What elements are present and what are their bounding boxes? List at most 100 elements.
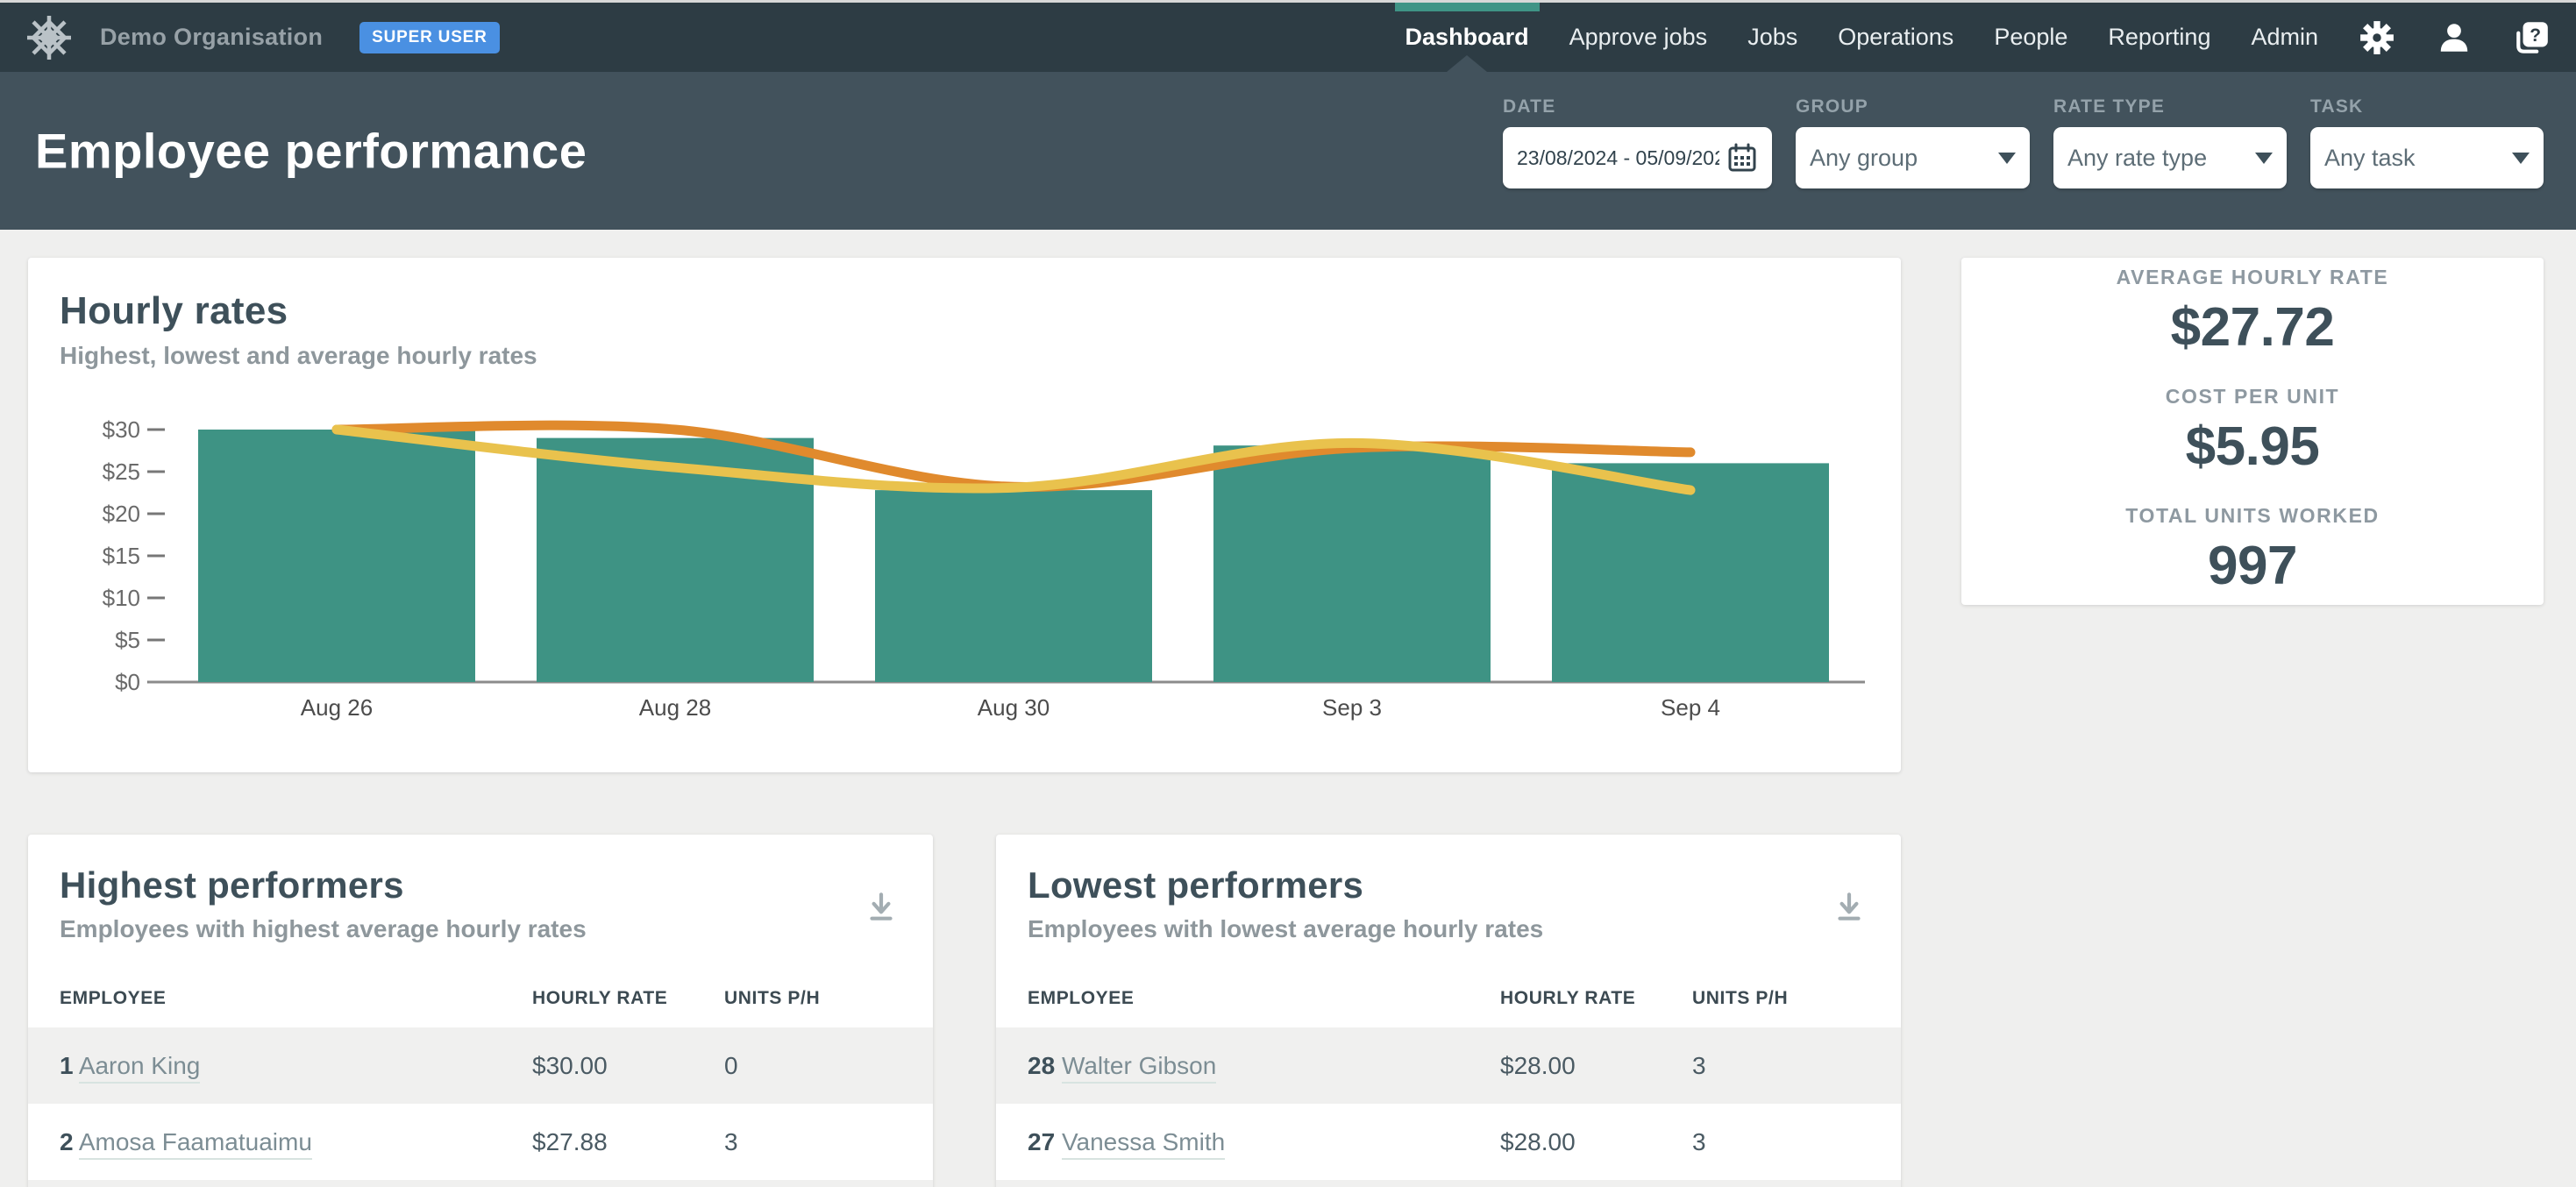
task-select-value: Any task [2324, 145, 2416, 172]
org-name: Demo Organisation [100, 24, 323, 51]
nav-item-admin[interactable]: Admin [2251, 3, 2318, 72]
date-filter-label: DATE [1503, 96, 1772, 117]
hourly-rates-title: Hourly rates [60, 289, 1869, 333]
stat-value: $27.72 [2171, 296, 2335, 359]
task-select[interactable]: Any task [2310, 127, 2544, 188]
svg-text:Sep 4: Sep 4 [1661, 694, 1720, 721]
nav-item-approve-jobs[interactable]: Approve jobs [1569, 3, 1708, 72]
lowest-performers-title: Lowest performers [1028, 864, 1869, 906]
help-button[interactable]: ? [2513, 3, 2551, 72]
chevron-down-icon [2512, 153, 2530, 164]
rate-type-select-value: Any rate type [2067, 145, 2207, 172]
snowflake-logo[interactable] [25, 13, 74, 62]
stat-cost-per-unit: COST PER UNIT $5.95 [2166, 385, 2339, 478]
group-filter-label: GROUP [1796, 96, 2030, 117]
group-select[interactable]: Any group [1796, 127, 2030, 188]
table-row: 28 Walter Gibson $28.00 3 [996, 1027, 1901, 1104]
svg-text:Aug 26: Aug 26 [301, 694, 373, 721]
hourly-rates-card: Hourly rates Highest, lowest and average… [28, 258, 1901, 772]
svg-text:$10: $10 [103, 585, 140, 611]
date-filter: DATE 23/08/2024 - 05/09/2024 [1503, 96, 1772, 188]
highest-performers-card: Highest performers Employees with highes… [28, 835, 933, 1187]
navbar: Demo Organisation SUPER USER Dashboard A… [0, 3, 2576, 72]
svg-text:?: ? [2530, 25, 2541, 46]
screen: Demo Organisation SUPER USER Dashboard A… [0, 0, 2576, 1187]
svg-text:$25: $25 [103, 458, 140, 485]
download-icon [1831, 887, 1868, 924]
column-hourly-rate: HOURLY RATE [532, 988, 724, 1009]
user-icon [2436, 19, 2473, 56]
svg-text:Sep 3: Sep 3 [1322, 694, 1382, 721]
navbar-left: Demo Organisation SUPER USER [25, 3, 500, 72]
help-book-icon: ? [2513, 18, 2551, 57]
svg-text:Aug 28: Aug 28 [639, 694, 711, 721]
snowflake-icon [25, 13, 74, 62]
hourly-rates-subtitle: Highest, lowest and average hourly rates [60, 342, 1869, 370]
table-row: 2 Amosa Faamatuaimu $27.88 3 [28, 1104, 933, 1180]
svg-text:Aug 30: Aug 30 [978, 694, 1050, 721]
gear-icon [2359, 19, 2395, 56]
rate-type-select[interactable]: Any rate type [2053, 127, 2287, 188]
download-button[interactable] [863, 887, 900, 928]
table-row-partial [28, 1180, 933, 1187]
hourly-rates-chart: $0$5$10$15$20$25$30Aug 26Aug 28Aug 30Sep… [28, 389, 1901, 772]
nav-item-jobs[interactable]: Jobs [1747, 3, 1797, 72]
nav-item-reporting[interactable]: Reporting [2108, 3, 2210, 72]
stat-label: COST PER UNIT [2166, 385, 2339, 409]
download-button[interactable] [1831, 887, 1868, 928]
super-user-badge: SUPER USER [359, 22, 500, 53]
account-button[interactable] [2436, 3, 2473, 72]
stat-average-hourly-rate: AVERAGE HOURLY RATE $27.72 [2117, 266, 2389, 359]
task-filter-label: TASK [2310, 96, 2544, 117]
date-range-value: 23/08/2024 - 05/09/2024 [1517, 146, 1719, 170]
rate-type-filter: RATE TYPE Any rate type [2053, 96, 2287, 188]
column-units-ph: UNITS P/H [724, 988, 901, 1009]
employee-rank: 2 [60, 1128, 74, 1155]
hourly-rate-value: $30.00 [532, 1052, 724, 1080]
highest-performers-title: Highest performers [60, 864, 901, 906]
stat-value: 997 [2208, 535, 2297, 597]
filters: DATE 23/08/2024 - 05/09/2024 GROU [1503, 96, 2544, 188]
units-ph-value: 3 [724, 1128, 901, 1156]
page-title: Employee performance [35, 123, 587, 180]
column-employee: EMPLOYEE [1028, 988, 1500, 1009]
chevron-down-icon [1998, 153, 2016, 164]
units-ph-value: 0 [724, 1052, 901, 1080]
employee-rank: 1 [60, 1052, 74, 1079]
table-row: 1 Aaron King $30.00 0 [28, 1027, 933, 1104]
highest-performers-subtitle: Employees with highest average hourly ra… [60, 915, 901, 943]
hourly-rate-value: $28.00 [1500, 1128, 1692, 1156]
nav-item-dashboard[interactable]: Dashboard [1405, 3, 1529, 72]
employee-rank: 28 [1028, 1052, 1055, 1079]
employee-link[interactable]: Aaron King [79, 1052, 201, 1084]
column-employee: EMPLOYEE [60, 988, 532, 1009]
column-units-ph: UNITS P/H [1692, 988, 1869, 1009]
table-header: EMPLOYEE HOURLY RATE UNITS P/H [996, 970, 1901, 1027]
page-header: Employee performance DATE 23/08/2024 - 0… [0, 72, 2576, 230]
employee-link[interactable]: Amosa Faamatuaimu [79, 1128, 312, 1160]
svg-text:$20: $20 [103, 501, 140, 527]
settings-button[interactable] [2359, 3, 2395, 72]
navbar-menu: Dashboard Approve jobs Jobs Operations P… [1405, 3, 2551, 72]
chevron-down-icon [2255, 153, 2273, 164]
table-header: EMPLOYEE HOURLY RATE UNITS P/H [28, 970, 933, 1027]
download-icon [863, 887, 900, 924]
employee-rank: 27 [1028, 1128, 1055, 1155]
units-ph-value: 3 [1692, 1128, 1869, 1156]
svg-text:$15: $15 [103, 543, 140, 569]
nav-item-people[interactable]: People [1994, 3, 2067, 72]
stat-label: AVERAGE HOURLY RATE [2117, 266, 2389, 289]
group-select-value: Any group [1810, 145, 1918, 172]
nav-item-operations[interactable]: Operations [1838, 3, 1953, 72]
employee-link[interactable]: Vanessa Smith [1062, 1128, 1225, 1160]
employee-link[interactable]: Walter Gibson [1062, 1052, 1216, 1084]
stat-total-units-worked: TOTAL UNITS WORKED 997 [2125, 504, 2379, 597]
group-filter: GROUP Any group [1796, 96, 2030, 188]
svg-text:$5: $5 [115, 627, 140, 653]
task-filter: TASK Any task [2310, 96, 2544, 188]
column-hourly-rate: HOURLY RATE [1500, 988, 1692, 1009]
date-range-input[interactable]: 23/08/2024 - 05/09/2024 [1503, 127, 1772, 188]
table-row: 27 Vanessa Smith $28.00 3 [996, 1104, 1901, 1180]
hourly-rate-value: $27.88 [532, 1128, 724, 1156]
summary-stats-card: AVERAGE HOURLY RATE $27.72 COST PER UNIT… [1961, 258, 2544, 605]
